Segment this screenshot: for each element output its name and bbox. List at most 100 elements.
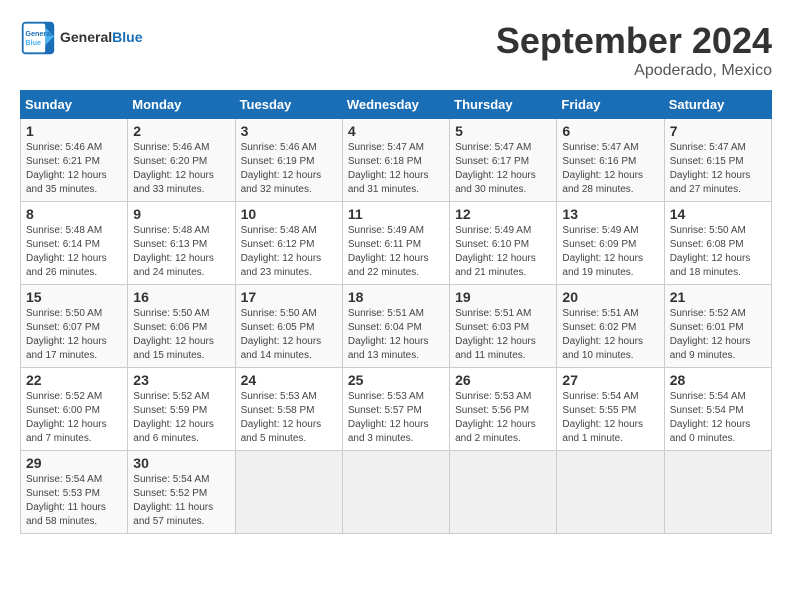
day-cell: 9 Sunrise: 5:48 AM Sunset: 6:13 PM Dayli… — [128, 202, 235, 285]
day-info: Sunrise: 5:54 AM Sunset: 5:55 PM Dayligh… — [562, 390, 658, 446]
day-cell: 28 Sunrise: 5:54 AM Sunset: 5:54 PM Dayl… — [664, 368, 771, 451]
day-number: 25 — [348, 372, 444, 388]
day-info: Sunrise: 5:46 AM Sunset: 6:19 PM Dayligh… — [241, 141, 337, 197]
day-number: 1 — [26, 123, 122, 139]
logo-icon: General Blue — [20, 20, 56, 56]
day-cell: 18 Sunrise: 5:51 AM Sunset: 6:04 PM Dayl… — [342, 285, 449, 368]
day-number: 24 — [241, 372, 337, 388]
day-info: Sunrise: 5:48 AM Sunset: 6:14 PM Dayligh… — [26, 224, 122, 280]
day-cell: 21 Sunrise: 5:52 AM Sunset: 6:01 PM Dayl… — [664, 285, 771, 368]
header-thursday: Thursday — [450, 91, 557, 119]
day-info: Sunrise: 5:53 AM Sunset: 5:57 PM Dayligh… — [348, 390, 444, 446]
day-cell: 3 Sunrise: 5:46 AM Sunset: 6:19 PM Dayli… — [235, 119, 342, 202]
day-number: 17 — [241, 289, 337, 305]
day-cell: 6 Sunrise: 5:47 AM Sunset: 6:16 PM Dayli… — [557, 119, 664, 202]
header-sunday: Sunday — [21, 91, 128, 119]
day-number: 26 — [455, 372, 551, 388]
header-monday: Monday — [128, 91, 235, 119]
calendar-row: 29 Sunrise: 5:54 AM Sunset: 5:53 PM Dayl… — [21, 451, 772, 534]
day-number: 18 — [348, 289, 444, 305]
day-cell: 8 Sunrise: 5:48 AM Sunset: 6:14 PM Dayli… — [21, 202, 128, 285]
day-cell: 4 Sunrise: 5:47 AM Sunset: 6:18 PM Dayli… — [342, 119, 449, 202]
day-number: 12 — [455, 206, 551, 222]
day-number: 19 — [455, 289, 551, 305]
day-info: Sunrise: 5:52 AM Sunset: 5:59 PM Dayligh… — [133, 390, 229, 446]
title-area: September 2024 Apoderado, Mexico — [496, 20, 772, 80]
day-number: 14 — [670, 206, 766, 222]
location-title: Apoderado, Mexico — [496, 62, 772, 80]
day-cell: 13 Sunrise: 5:49 AM Sunset: 6:09 PM Dayl… — [557, 202, 664, 285]
day-cell: 25 Sunrise: 5:53 AM Sunset: 5:57 PM Dayl… — [342, 368, 449, 451]
day-cell: 11 Sunrise: 5:49 AM Sunset: 6:11 PM Dayl… — [342, 202, 449, 285]
day-cell: 26 Sunrise: 5:53 AM Sunset: 5:56 PM Dayl… — [450, 368, 557, 451]
header-tuesday: Tuesday — [235, 91, 342, 119]
day-info: Sunrise: 5:53 AM Sunset: 5:56 PM Dayligh… — [455, 390, 551, 446]
day-cell: 30 Sunrise: 5:54 AM Sunset: 5:52 PM Dayl… — [128, 451, 235, 534]
day-info: Sunrise: 5:54 AM Sunset: 5:53 PM Dayligh… — [26, 473, 122, 529]
day-number: 20 — [562, 289, 658, 305]
day-number: 22 — [26, 372, 122, 388]
day-number: 27 — [562, 372, 658, 388]
day-number: 11 — [348, 206, 444, 222]
day-info: Sunrise: 5:49 AM Sunset: 6:11 PM Dayligh… — [348, 224, 444, 280]
day-info: Sunrise: 5:51 AM Sunset: 6:04 PM Dayligh… — [348, 307, 444, 363]
empty-cell — [235, 451, 342, 534]
day-info: Sunrise: 5:52 AM Sunset: 6:01 PM Dayligh… — [670, 307, 766, 363]
weekday-header-row: Sunday Monday Tuesday Wednesday Thursday… — [21, 91, 772, 119]
day-number: 23 — [133, 372, 229, 388]
calendar-row: 1 Sunrise: 5:46 AM Sunset: 6:21 PM Dayli… — [21, 119, 772, 202]
day-cell: 7 Sunrise: 5:47 AM Sunset: 6:15 PM Dayli… — [664, 119, 771, 202]
day-number: 13 — [562, 206, 658, 222]
day-number: 15 — [26, 289, 122, 305]
day-info: Sunrise: 5:47 AM Sunset: 6:16 PM Dayligh… — [562, 141, 658, 197]
day-cell: 24 Sunrise: 5:53 AM Sunset: 5:58 PM Dayl… — [235, 368, 342, 451]
day-info: Sunrise: 5:50 AM Sunset: 6:08 PM Dayligh… — [670, 224, 766, 280]
day-info: Sunrise: 5:49 AM Sunset: 6:10 PM Dayligh… — [455, 224, 551, 280]
logo: General Blue GeneralBlue — [20, 20, 142, 56]
day-number: 28 — [670, 372, 766, 388]
day-number: 5 — [455, 123, 551, 139]
day-number: 21 — [670, 289, 766, 305]
day-info: Sunrise: 5:48 AM Sunset: 6:12 PM Dayligh… — [241, 224, 337, 280]
day-info: Sunrise: 5:47 AM Sunset: 6:17 PM Dayligh… — [455, 141, 551, 197]
calendar-row: 22 Sunrise: 5:52 AM Sunset: 6:00 PM Dayl… — [21, 368, 772, 451]
day-info: Sunrise: 5:48 AM Sunset: 6:13 PM Dayligh… — [133, 224, 229, 280]
day-info: Sunrise: 5:47 AM Sunset: 6:18 PM Dayligh… — [348, 141, 444, 197]
day-info: Sunrise: 5:51 AM Sunset: 6:03 PM Dayligh… — [455, 307, 551, 363]
day-cell: 10 Sunrise: 5:48 AM Sunset: 6:12 PM Dayl… — [235, 202, 342, 285]
month-title: September 2024 — [496, 20, 772, 62]
empty-cell — [342, 451, 449, 534]
day-cell: 16 Sunrise: 5:50 AM Sunset: 6:06 PM Dayl… — [128, 285, 235, 368]
day-info: Sunrise: 5:49 AM Sunset: 6:09 PM Dayligh… — [562, 224, 658, 280]
day-cell: 19 Sunrise: 5:51 AM Sunset: 6:03 PM Dayl… — [450, 285, 557, 368]
empty-cell — [450, 451, 557, 534]
day-cell: 23 Sunrise: 5:52 AM Sunset: 5:59 PM Dayl… — [128, 368, 235, 451]
day-info: Sunrise: 5:47 AM Sunset: 6:15 PM Dayligh… — [670, 141, 766, 197]
day-info: Sunrise: 5:51 AM Sunset: 6:02 PM Dayligh… — [562, 307, 658, 363]
day-number: 2 — [133, 123, 229, 139]
empty-cell — [664, 451, 771, 534]
page-header: General Blue GeneralBlue September 2024 … — [20, 20, 772, 80]
day-info: Sunrise: 5:50 AM Sunset: 6:05 PM Dayligh… — [241, 307, 337, 363]
day-cell: 20 Sunrise: 5:51 AM Sunset: 6:02 PM Dayl… — [557, 285, 664, 368]
day-info: Sunrise: 5:46 AM Sunset: 6:20 PM Dayligh… — [133, 141, 229, 197]
day-cell: 5 Sunrise: 5:47 AM Sunset: 6:17 PM Dayli… — [450, 119, 557, 202]
day-cell: 1 Sunrise: 5:46 AM Sunset: 6:21 PM Dayli… — [21, 119, 128, 202]
day-cell: 12 Sunrise: 5:49 AM Sunset: 6:10 PM Dayl… — [450, 202, 557, 285]
day-number: 7 — [670, 123, 766, 139]
day-cell: 29 Sunrise: 5:54 AM Sunset: 5:53 PM Dayl… — [21, 451, 128, 534]
day-info: Sunrise: 5:54 AM Sunset: 5:54 PM Dayligh… — [670, 390, 766, 446]
day-cell: 15 Sunrise: 5:50 AM Sunset: 6:07 PM Dayl… — [21, 285, 128, 368]
day-cell: 22 Sunrise: 5:52 AM Sunset: 6:00 PM Dayl… — [21, 368, 128, 451]
calendar-table: Sunday Monday Tuesday Wednesday Thursday… — [20, 90, 772, 534]
day-cell: 17 Sunrise: 5:50 AM Sunset: 6:05 PM Dayl… — [235, 285, 342, 368]
day-cell: 2 Sunrise: 5:46 AM Sunset: 6:20 PM Dayli… — [128, 119, 235, 202]
day-number: 29 — [26, 455, 122, 471]
header-friday: Friday — [557, 91, 664, 119]
day-number: 8 — [26, 206, 122, 222]
day-info: Sunrise: 5:50 AM Sunset: 6:07 PM Dayligh… — [26, 307, 122, 363]
day-info: Sunrise: 5:53 AM Sunset: 5:58 PM Dayligh… — [241, 390, 337, 446]
day-number: 6 — [562, 123, 658, 139]
day-number: 30 — [133, 455, 229, 471]
day-info: Sunrise: 5:46 AM Sunset: 6:21 PM Dayligh… — [26, 141, 122, 197]
